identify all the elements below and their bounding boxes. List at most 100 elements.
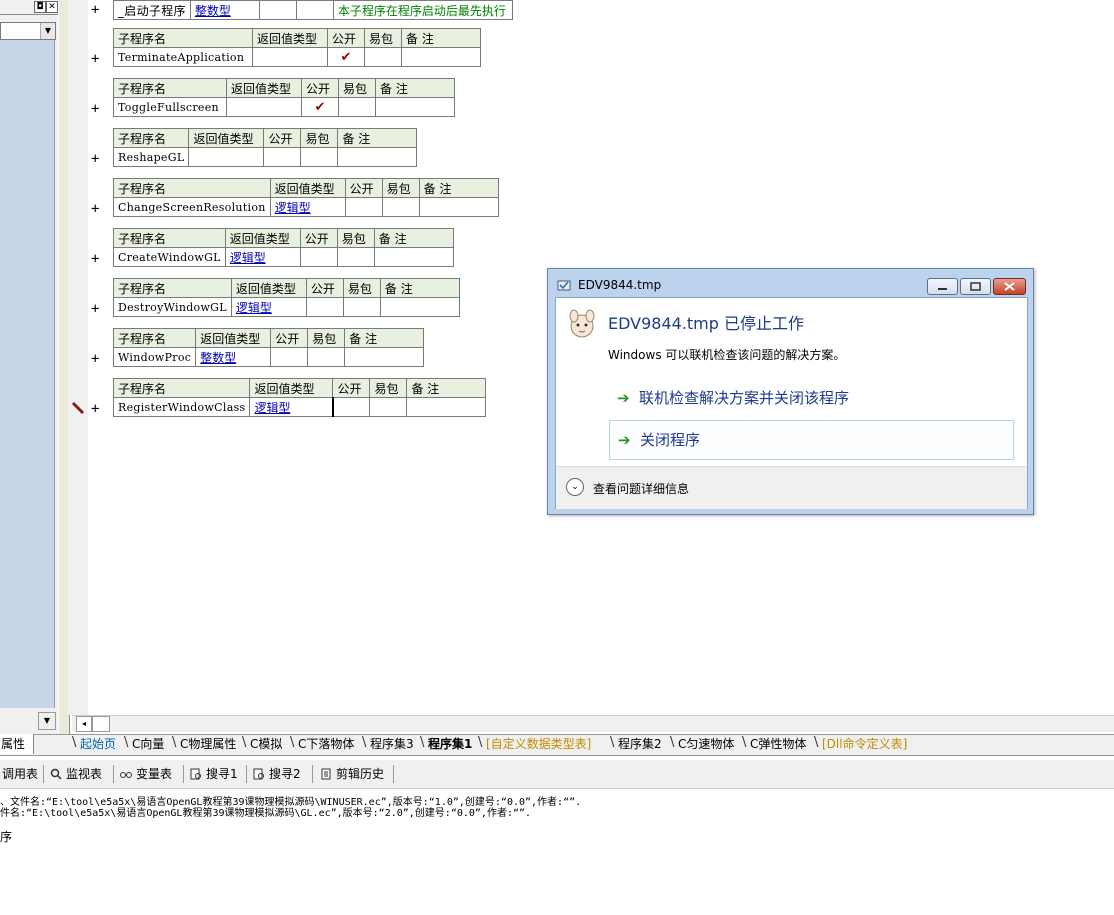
expand-icon[interactable]: + — [91, 102, 101, 116]
public-checkbox[interactable]: ✔ — [301, 97, 339, 117]
expand-icon[interactable]: + — [91, 202, 101, 216]
subroutine-name[interactable]: RegisterWindowClass — [112, 397, 251, 417]
call-table-button[interactable]: 调用表 — [2, 766, 38, 782]
scroll-left-button[interactable]: ◂ — [76, 716, 92, 732]
maximize-button[interactable] — [960, 278, 991, 295]
tab-item[interactable]: [自定义数据类型表] — [482, 735, 595, 754]
toolbar-separator — [246, 765, 247, 783]
left-panel-combo[interactable]: ▼ — [0, 22, 56, 40]
tab-item[interactable]: 程序集1 — [424, 735, 476, 754]
check-online-option[interactable]: ➔ 联机检查解决方案并关闭该程序 — [609, 379, 1012, 417]
subroutine-name[interactable]: WindowProc — [112, 347, 197, 367]
tab-properties[interactable]: 属性 — [0, 734, 34, 754]
return-type[interactable]: 整数型 — [189, 0, 260, 20]
public-checkbox[interactable] — [344, 197, 383, 217]
tab-item[interactable]: 程序集3 — [366, 735, 418, 754]
watch-table-button[interactable]: 监视表 — [50, 766, 102, 782]
expand-icon[interactable]: + — [91, 52, 101, 66]
easy-pack-checkbox[interactable] — [336, 247, 375, 267]
left-panel-scroll-down-button[interactable]: ▼ — [38, 712, 56, 730]
toolbar-separator — [393, 765, 394, 783]
close-program-option[interactable]: ➔ 关闭程序 — [609, 420, 1014, 460]
return-type[interactable] — [188, 147, 265, 167]
remark-cell[interactable] — [337, 147, 418, 167]
remark-cell[interactable] — [379, 297, 460, 317]
public-checkbox[interactable] — [331, 397, 371, 417]
close-button[interactable] — [993, 278, 1026, 295]
panel-restore-button[interactable]: ◘ — [34, 1, 46, 13]
subroutine-name[interactable]: ReshapeGL — [112, 147, 190, 167]
scroll-thumb[interactable] — [92, 716, 110, 732]
remark-cell[interactable] — [375, 97, 455, 117]
header-easy-pack: 易包 — [369, 378, 408, 398]
green-arrow-icon: ➔ — [618, 431, 631, 449]
return-type[interactable]: 逻辑型 — [269, 197, 346, 217]
remark-cell[interactable] — [344, 347, 425, 367]
expand-icon[interactable]: + — [91, 152, 101, 166]
subroutine-header-row: 子程序名 返回值类型 公开 易包备 注 — [113, 28, 481, 48]
view-details-link[interactable]: 查看问题详细信息 — [593, 480, 689, 497]
public-cell[interactable] — [258, 0, 297, 20]
horizontal-scrollbar[interactable]: ◂ — [72, 715, 1114, 732]
subroutine-name[interactable]: TerminateApplication — [113, 47, 253, 67]
easy-pack-checkbox[interactable] — [369, 397, 408, 417]
tab-item[interactable]: C向量 — [128, 735, 168, 754]
remark-cell[interactable]: 本子程序在程序启动后最先执行 — [332, 0, 513, 20]
expand-icon[interactable]: + — [91, 302, 101, 316]
search2-button[interactable]: 搜寻2 — [253, 766, 301, 782]
tab-item[interactable]: 起始页 — [76, 735, 120, 754]
remark-cell[interactable] — [406, 397, 487, 417]
public-checkbox[interactable] — [305, 297, 344, 317]
easy-pack-cell[interactable] — [295, 0, 334, 20]
tab-item[interactable]: [Dll命令定义表] — [818, 735, 911, 754]
subroutine-name[interactable]: ChangeScreenResolution — [113, 197, 271, 217]
tab-item[interactable]: C下落物体 — [294, 735, 358, 754]
chevron-down-icon[interactable]: ▼ — [40, 23, 55, 39]
return-type[interactable]: 整数型 — [195, 347, 272, 367]
subroutine-name[interactable]: DestroyWindowGL — [113, 297, 232, 317]
output-panel[interactable]: 、文件名:“E:\tool\e5a5x\易语言OpenGL教程第39课物理模拟源… — [0, 789, 1114, 915]
remark-cell[interactable] — [401, 47, 481, 67]
clip-history-button[interactable]: 剪辑历史 — [320, 766, 384, 782]
public-checkbox[interactable]: ✔ — [327, 47, 365, 67]
subroutine-header-row: 子程序名 返回值类型 公开 易包备 注 — [112, 378, 487, 398]
easy-pack-checkbox[interactable] — [300, 147, 339, 167]
easy-pack-checkbox[interactable] — [342, 297, 381, 317]
subroutine-table: 子程序名 返回值类型 公开 易包备 注 ChangeScreenResolution 逻辑… — [113, 178, 499, 217]
easy-pack-checkbox[interactable] — [364, 47, 402, 67]
minimize-button[interactable] — [927, 278, 958, 295]
easy-pack-checkbox[interactable] — [338, 97, 376, 117]
toolbar-separator — [183, 765, 184, 783]
search1-button[interactable]: 搜寻1 — [190, 766, 238, 782]
remark-cell[interactable] — [373, 247, 454, 267]
panel-close-button[interactable]: ✕ — [46, 1, 58, 13]
variable-table-button[interactable]: 变量表 — [120, 766, 172, 782]
dialog-titlebar[interactable]: EDV9844.tmp — [548, 269, 1033, 297]
return-type[interactable] — [226, 97, 302, 117]
left-panel-tree[interactable] — [0, 40, 55, 708]
public-checkbox[interactable] — [263, 147, 302, 167]
return-type[interactable]: 逻辑型 — [230, 297, 307, 317]
expand-icon[interactable]: + — [91, 352, 101, 366]
public-checkbox[interactable] — [270, 347, 309, 367]
tab-item[interactable]: 程序集2 — [614, 735, 666, 754]
expand-icon[interactable]: + — [91, 252, 101, 266]
public-checkbox[interactable] — [299, 247, 338, 267]
return-type[interactable] — [252, 47, 328, 67]
tab-item[interactable]: C匀速物体 — [674, 735, 738, 754]
chevron-down-icon[interactable]: ⌄ — [566, 478, 584, 496]
return-type[interactable]: 逻辑型 — [249, 397, 334, 417]
return-type[interactable]: 逻辑型 — [224, 247, 301, 267]
subroutine-name[interactable]: _启动子程序 — [113, 0, 191, 20]
subroutine-name[interactable]: ToggleFullscreen — [113, 97, 227, 117]
tab-item[interactable]: C物理属性 — [176, 735, 240, 754]
tab-item[interactable]: C弹性物体 — [746, 735, 810, 754]
easy-pack-checkbox[interactable] — [307, 347, 346, 367]
remark-cell[interactable] — [418, 197, 499, 217]
expand-icon[interactable]: + — [91, 3, 101, 17]
tab-item[interactable]: C模拟 — [246, 735, 286, 754]
easy-pack-checkbox[interactable] — [381, 197, 420, 217]
expand-icon[interactable]: + — [91, 402, 101, 416]
subroutine-name[interactable]: CreateWindowGL — [113, 247, 226, 267]
header-name: 子程序名 — [112, 378, 251, 398]
